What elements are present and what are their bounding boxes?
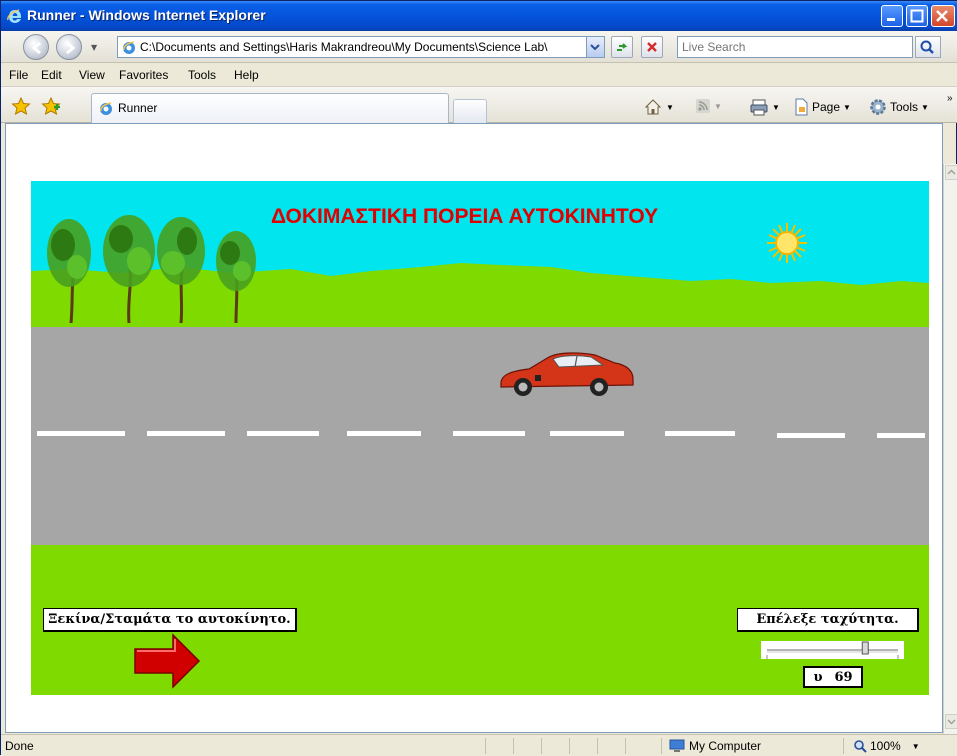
window-title: Runner - Windows Internet Explorer — [27, 7, 266, 23]
slider-thumb[interactable] — [861, 641, 869, 655]
address-url[interactable]: C:\Documents and Settings\Haris Makrandr… — [140, 40, 580, 54]
menu-tools[interactable]: Tools — [188, 68, 216, 82]
address-bar[interactable]: C:\Documents and Settings\Haris Makrandr… — [117, 36, 605, 58]
title-bar: Runner - Windows Internet Explorer — [1, 1, 957, 31]
page-icon — [795, 98, 808, 116]
menu-help[interactable]: Help — [234, 68, 259, 82]
search-button[interactable] — [915, 36, 941, 58]
page-icon — [121, 39, 137, 58]
tools-menu-label: Tools — [890, 100, 919, 114]
ie-window: Runner - Windows Internet Explorer ▼ C:\… — [0, 0, 957, 756]
speed-symbol: υ — [813, 669, 823, 685]
close-button[interactable] — [931, 5, 955, 27]
forward-button[interactable] — [56, 34, 82, 60]
tab-runner[interactable]: Runner — [91, 93, 449, 123]
menu-favorites[interactable]: Favorites — [119, 68, 168, 82]
menu-file[interactable]: File — [9, 68, 28, 82]
zoom-label: 100% — [870, 739, 901, 753]
printer-icon — [750, 99, 768, 116]
zone-label: My Computer — [689, 739, 762, 753]
simulation-heading: ΔΟΚΙΜΑΣΤΙΚΗ ΠΟΡΕΙΑ ΑΥΤΟΚΙΝΗΤΟΥ — [271, 205, 658, 228]
menu-edit[interactable]: Edit — [41, 68, 62, 82]
start-stop-car-button[interactable]: Ξεκίνα/Σταμάτα το αυτοκίνητο. — [43, 608, 297, 632]
page-menu-label: Page — [812, 100, 841, 114]
search-input[interactable] — [678, 37, 912, 57]
gear-icon — [870, 99, 886, 115]
home-icon — [644, 99, 662, 115]
security-zone: My Computer — [669, 739, 761, 753]
tab-label: Runner — [118, 101, 158, 115]
search-box[interactable] — [677, 36, 913, 58]
zoom-control[interactable]: 100% ▼ — [853, 739, 920, 753]
favorites-star-icon[interactable] — [11, 96, 31, 118]
rss-icon — [696, 99, 710, 113]
scroll-down-button[interactable] — [945, 714, 957, 729]
status-bar: Done My Computer 100% ▼ — [1, 734, 957, 756]
new-tab-button[interactable] — [453, 99, 487, 123]
speed-readout: υ 69 — [803, 666, 863, 688]
maximize-button[interactable] — [906, 5, 928, 27]
add-favorite-icon[interactable] — [41, 96, 61, 118]
minimize-button[interactable] — [881, 5, 903, 27]
home-button[interactable]: ▼ — [643, 98, 674, 116]
menu-view[interactable]: View — [79, 68, 105, 82]
ie-logo-icon — [7, 8, 23, 24]
feeds-button[interactable]: ▼ — [695, 98, 722, 114]
vertical-scrollbar[interactable] — [943, 164, 957, 734]
chevron-more-icon[interactable]: » — [947, 93, 953, 104]
history-dropdown-icon[interactable]: ▼ — [91, 43, 97, 52]
status-text: Done — [5, 739, 34, 753]
menu-bar: File Edit View Favorites Tools Help — [1, 63, 957, 87]
choose-speed-button[interactable]: Επέλεξε ταχύτητα. — [737, 608, 919, 632]
speed-slider[interactable] — [761, 641, 904, 659]
back-button[interactable] — [23, 34, 49, 60]
tab-bar: Runner ▼ ▼ ▼ Page ▼ Tools ▼ » — [1, 87, 957, 123]
magnifier-icon — [920, 40, 934, 54]
ie-page-icon — [98, 100, 114, 119]
page-menu-button[interactable]: Page ▼ — [793, 98, 851, 116]
computer-icon — [669, 739, 685, 752]
stop-button[interactable] — [641, 36, 663, 58]
navigation-bar: ▼ C:\Documents and Settings\Haris Makran… — [1, 31, 957, 63]
address-dropdown-icon[interactable] — [586, 37, 604, 57]
tools-menu-button[interactable]: Tools ▼ — [869, 98, 929, 116]
zoom-magnifier-icon — [854, 740, 867, 753]
speed-value: 69 — [834, 669, 853, 685]
zoom-dropdown-icon[interactable]: ▼ — [912, 742, 920, 751]
print-button[interactable]: ▼ — [749, 98, 780, 116]
sun-icon — [767, 223, 807, 263]
refresh-button[interactable] — [611, 36, 633, 58]
scroll-up-button[interactable] — [945, 165, 957, 180]
